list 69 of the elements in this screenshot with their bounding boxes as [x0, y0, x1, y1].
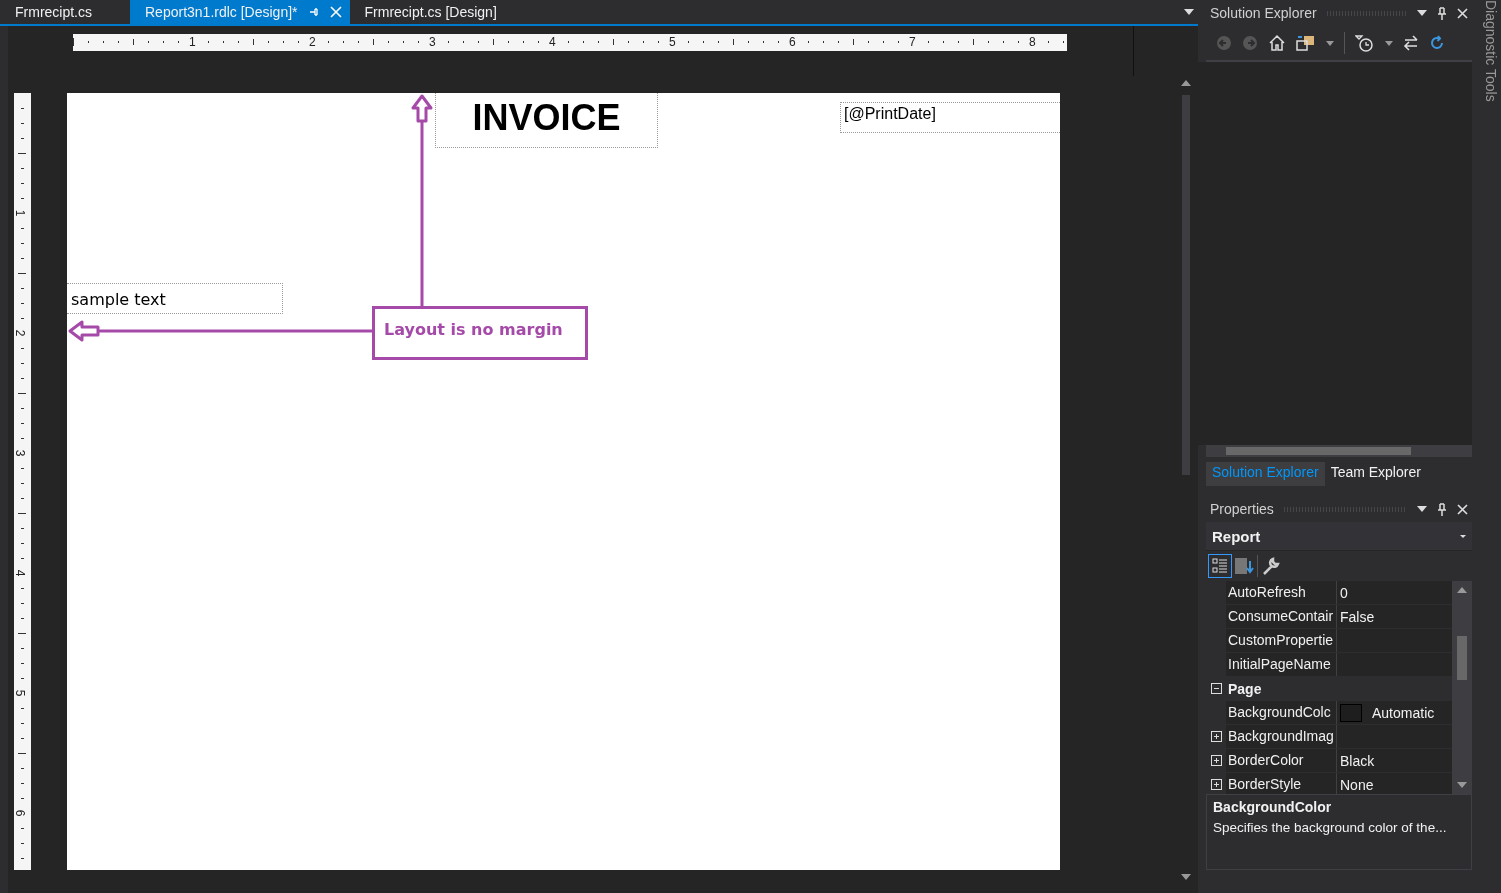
print-date-field[interactable]: [@PrintDate]	[840, 102, 1060, 133]
property-name: InitialPageName	[1226, 653, 1337, 676]
expander-icon[interactable]	[1210, 755, 1222, 766]
description-title: BackgroundColor	[1213, 799, 1333, 815]
folder-windows-icon[interactable]	[1296, 34, 1316, 52]
object-selector[interactable]: Report	[1206, 522, 1472, 551]
report-title[interactable]: INVOICE	[435, 93, 658, 148]
vertical-scrollbar[interactable]	[1452, 581, 1472, 794]
document-tab[interactable]: Frmrecipt.cs	[0, 0, 130, 24]
panel-tab[interactable]: Team Explorer	[1324, 462, 1427, 486]
sample-textbox[interactable]: sample text	[67, 283, 283, 314]
property-name: BorderStyle	[1226, 773, 1337, 794]
property-name: BorderColor	[1226, 749, 1337, 772]
color-swatch	[1340, 703, 1362, 722]
panel-title: Properties	[1210, 501, 1274, 517]
category-label: Page	[1227, 680, 1262, 697]
expander-icon[interactable]	[1210, 779, 1222, 790]
ruler-number: 1	[14, 209, 27, 217]
property-name: CustomPropertie	[1226, 629, 1337, 652]
ruler-number: 5	[14, 689, 27, 697]
description-text: Specifies the background color of the...	[1213, 820, 1448, 835]
home-icon[interactable]	[1268, 34, 1286, 52]
annotation-callout: Layout is no margin	[372, 306, 588, 360]
scroll-down-icon[interactable]	[1181, 874, 1191, 880]
ruler-number: 6	[14, 809, 27, 817]
close-icon[interactable]	[1457, 503, 1468, 515]
dropdown-icon[interactable]	[1417, 506, 1427, 512]
panel-tab[interactable]: Solution Explorer	[1206, 462, 1325, 486]
clock-icon[interactable]	[1355, 34, 1375, 52]
document-tab[interactable]: Report3n1.rdlc [Design]*	[130, 0, 350, 24]
alphabetical-icon[interactable]	[1233, 555, 1255, 577]
panel-title: Solution Explorer	[1210, 5, 1317, 21]
ruler-number: 3	[14, 449, 27, 457]
property-name: AutoRefresh	[1226, 581, 1337, 604]
caret-icon[interactable]	[1385, 40, 1393, 46]
caret-icon	[1460, 534, 1466, 538]
property-name: ConsumeContair	[1226, 605, 1337, 628]
scroll-up-icon[interactable]	[1181, 80, 1191, 86]
pin-icon[interactable]	[1437, 502, 1447, 516]
ruler-number: 2	[14, 329, 27, 337]
scroll-thumb[interactable]	[1182, 95, 1190, 475]
pin-icon[interactable]	[1437, 6, 1447, 20]
property-value: Automatic	[1372, 704, 1435, 721]
expander-icon[interactable]	[1210, 683, 1222, 694]
scroll-down-icon[interactable]	[1457, 782, 1467, 788]
pin-icon[interactable]	[307, 6, 320, 18]
tool-window-tab[interactable]: Diagnostic Tools	[1482, 0, 1499, 102]
caret-icon[interactable]	[1326, 40, 1334, 46]
property-value[interactable]: Black	[1337, 749, 1452, 772]
scroll-thumb[interactable]	[1457, 635, 1467, 680]
dropdown-icon[interactable]	[1184, 9, 1194, 15]
value-cell[interactable]: Automatic	[1337, 701, 1452, 724]
scroll-up-icon[interactable]	[1457, 587, 1467, 593]
property-name: BackgroundImag	[1226, 725, 1337, 748]
sync-arrows-icon[interactable]	[1403, 35, 1419, 51]
document-tab[interactable]: Frmrecipt.cs [Design]	[349, 0, 505, 24]
property-name: BackgroundColc	[1226, 701, 1337, 724]
refresh-icon[interactable]	[1429, 35, 1445, 51]
scroll-thumb[interactable]	[1226, 447, 1411, 455]
horizontal-scrollbar[interactable]	[1206, 445, 1472, 457]
close-icon[interactable]	[1457, 7, 1468, 19]
categorized-icon[interactable]	[1209, 555, 1231, 577]
ruler-number: 4	[14, 569, 27, 577]
property-value[interactable]: False	[1337, 605, 1452, 628]
dropdown-icon[interactable]	[1417, 10, 1427, 16]
property-value[interactable]: None	[1337, 773, 1452, 794]
expander-icon[interactable]	[1210, 731, 1222, 742]
property-value[interactable]: 0	[1337, 581, 1452, 604]
vertical-scrollbar[interactable]	[1180, 80, 1192, 880]
